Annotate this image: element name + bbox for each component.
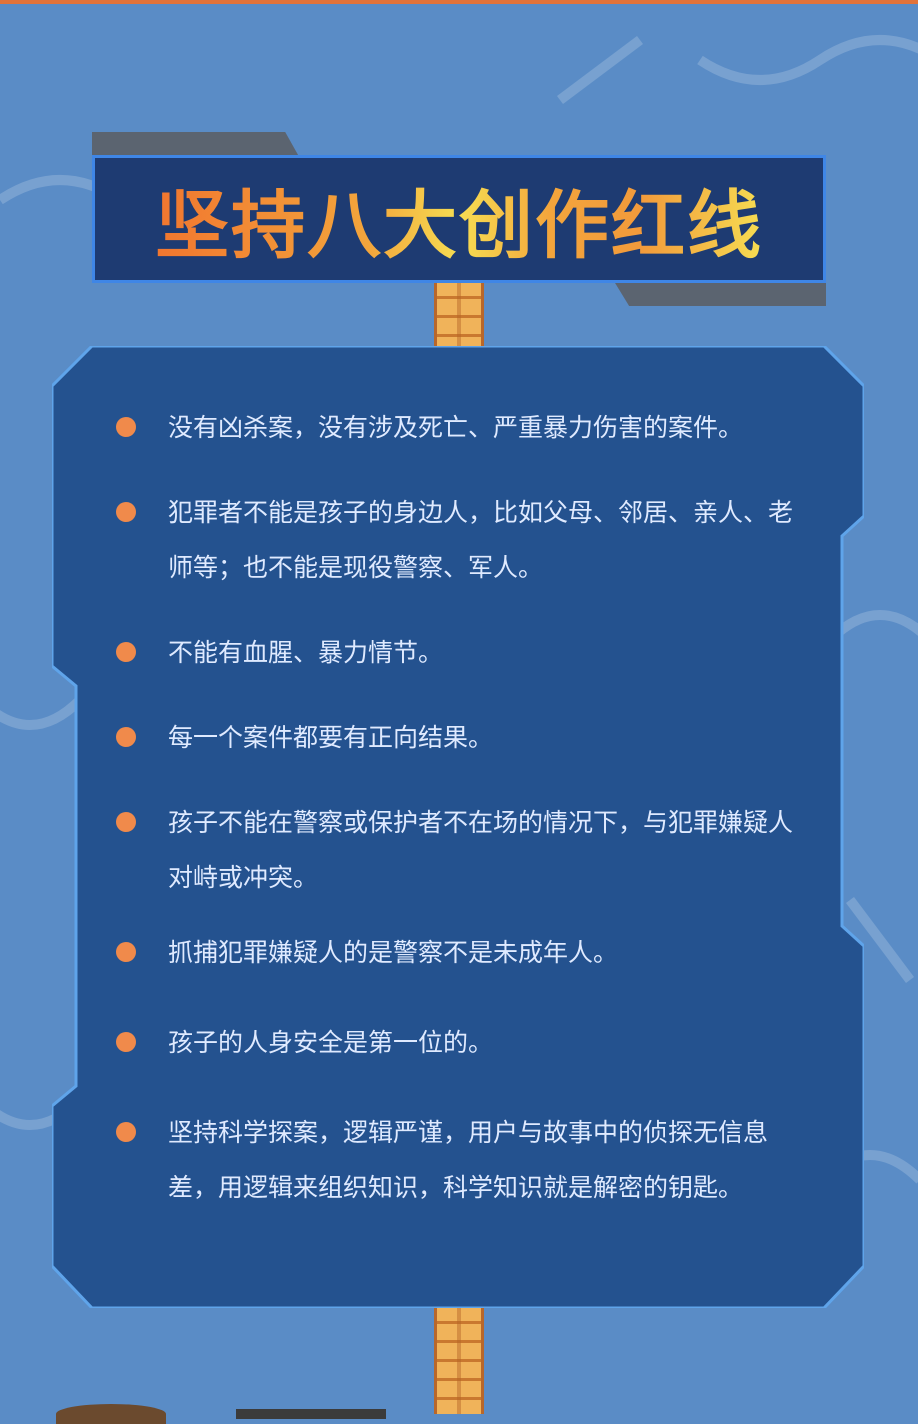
rule-text: 不能有血腥、暴力情节。 (168, 638, 444, 667)
rule-item: 不能有血腥、暴力情节。 (110, 625, 810, 680)
rule-text: 抓捕犯罪嫌疑人的是警察不是未成年人。 (168, 938, 619, 967)
rule-item: 犯罪者不能是孩子的身边人，比如父母、邻居、亲人、老师等；也不能是现役警察、军人。 (110, 485, 810, 595)
bullet-dot-icon (116, 1122, 136, 1142)
rules-list: 没有凶杀案，没有涉及死亡、严重暴力伤害的案件。 犯罪者不能是孩子的身边人，比如父… (110, 400, 810, 1215)
rule-text: 犯罪者不能是孩子的身边人，比如父母、邻居、亲人、老师等；也不能是现役警察、军人。 (168, 498, 794, 582)
rule-item: 坚持科学探案，逻辑严谨，用户与故事中的侦探无信息差，用逻辑来组织知识，科学知识就… (110, 1105, 810, 1215)
bottom-decoration-left (56, 1404, 166, 1424)
rule-text: 孩子不能在警察或保护者不在场的情况下，与犯罪嫌疑人对峙或冲突。 (168, 808, 794, 892)
rule-text: 没有凶杀案，没有涉及死亡、严重暴力伤害的案件。 (168, 413, 744, 442)
bullet-dot-icon (116, 727, 136, 747)
bullet-dot-icon (116, 1032, 136, 1052)
rule-item: 每一个案件都要有正向结果。 (110, 710, 810, 765)
title-banner: 坚持八大创作红线 (92, 155, 826, 283)
rule-item: 没有凶杀案，没有涉及死亡、严重暴力伤害的案件。 (110, 400, 810, 455)
rule-item: 孩子不能在警察或保护者不在场的情况下，与犯罪嫌疑人对峙或冲突。 (110, 795, 810, 905)
bullet-dot-icon (116, 642, 136, 662)
wooden-pole-bottom (434, 1305, 484, 1414)
wooden-pole-top (434, 280, 484, 355)
bullet-dot-icon (116, 942, 136, 962)
rule-text: 孩子的人身安全是第一位的。 (168, 1028, 494, 1057)
bullet-dot-icon (116, 417, 136, 437)
bullet-dot-icon (116, 812, 136, 832)
page-title: 坚持八大创作红线 (155, 166, 763, 273)
rule-text: 每一个案件都要有正向结果。 (168, 723, 494, 752)
bullet-dot-icon (116, 502, 136, 522)
rule-item: 抓捕犯罪嫌疑人的是警察不是未成年人。 (110, 925, 810, 980)
rule-item: 孩子的人身安全是第一位的。 (110, 1015, 810, 1070)
bottom-decoration-middle (236, 1409, 386, 1419)
rule-text: 坚持科学探案，逻辑严谨，用户与故事中的侦探无信息差，用逻辑来组织知识，科学知识就… (168, 1118, 769, 1202)
